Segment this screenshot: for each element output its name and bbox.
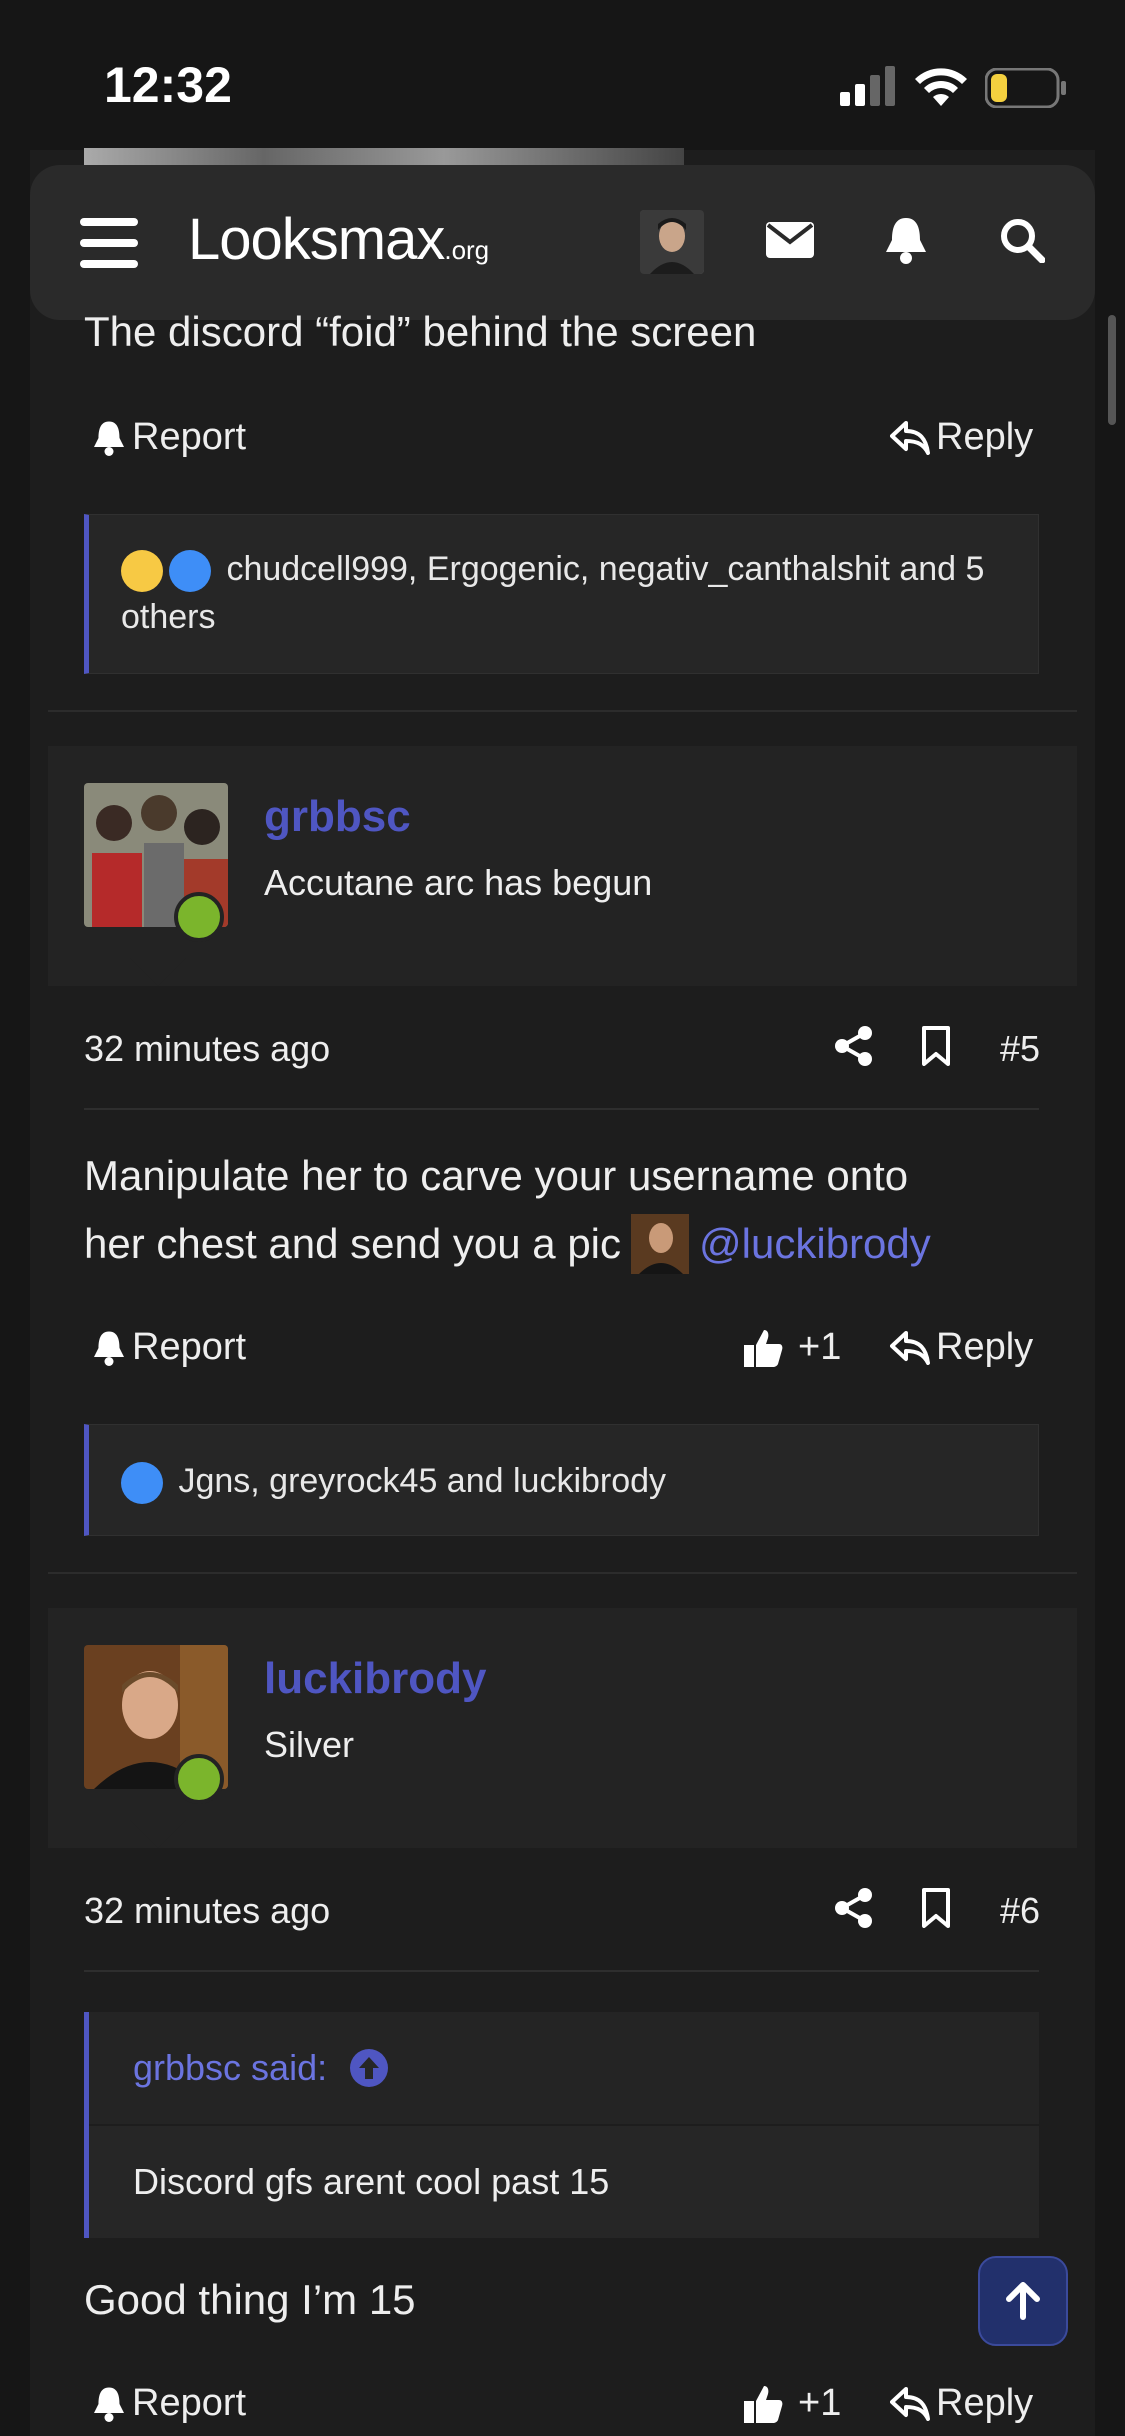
mail-icon[interactable] [758,208,822,272]
post-number[interactable]: #5 [1000,1028,1040,1070]
username-link[interactable]: grbbsc [264,792,411,842]
reactions-text: chudcell999, Ergogenic, negativ_canthals… [121,550,985,636]
post-body-text: The discord “foid” behind the screen [84,308,757,355]
post-divider [48,1572,1077,1574]
reply-button[interactable]: Reply [890,416,1033,459]
bell-icon [94,2387,124,2422]
like-count: +1 [798,1326,842,1368]
like-emoji-icon [121,1462,163,1505]
like-button[interactable]: +1 [742,1326,841,1369]
report-button[interactable]: Report [92,2382,246,2425]
logo-suffix: .org [444,235,490,265]
quote-header[interactable]: grbbsc said: [89,2012,1039,2126]
share-icon[interactable] [822,1876,886,1940]
post-time[interactable]: 32 minutes ago [84,1890,330,1932]
thumbs-up-icon [744,1329,783,1367]
user-block-arrow [130,958,186,986]
arrow-up-icon[interactable] [349,2048,389,2088]
report-label: Report [132,2382,247,2424]
post-time[interactable]: 32 minutes ago [84,1028,330,1070]
post-body-line-2: her chest and send you a pic @luckibrody [84,1214,931,1274]
account-avatar-image [640,210,704,274]
post-body-text: Good thing I’m 15 [84,2276,416,2323]
share-icon[interactable] [822,1014,886,1078]
reactions-text: Jgns, greyrock45 and luckibrody [178,1462,667,1500]
signal-icon [840,66,895,106]
inline-image [631,1214,690,1274]
account-avatar[interactable] [640,210,704,274]
reactions-bar[interactable]: Jgns, greyrock45 and luckibrody [84,1424,1039,1536]
user-title: Accutane arc has begun [264,862,653,903]
laughing-emoji-icon [121,550,163,593]
quote-block: grbbsc said: Discord gfs arent cool past… [84,2012,1039,2238]
search-icon[interactable] [990,208,1054,272]
bell-icon [94,421,124,456]
username-link[interactable]: luckibrody [264,1654,487,1704]
reply-button[interactable]: Reply [890,1326,1033,1369]
reply-label: Reply [936,416,1034,458]
menu-icon[interactable] [80,218,138,268]
meta-divider [84,1970,1039,1972]
mention-link[interactable]: @luckibrody [699,1220,931,1268]
reactions-bar[interactable]: chudcell999, Ergogenic, negativ_canthals… [84,514,1039,674]
like-emoji-icon [169,550,211,593]
reply-icon [890,420,930,455]
report-button[interactable]: Report [92,1326,246,1369]
online-indicator [174,1754,224,1804]
logo-main: Looksmax [188,207,445,272]
like-count: +1 [798,2382,842,2424]
bell-icon [94,1331,124,1366]
thumbs-up-icon [744,2385,783,2423]
like-button[interactable]: +1 [742,2382,841,2425]
battery-icon [985,68,1066,108]
quote-author[interactable]: grbbsc said: [133,2047,327,2089]
site-logo[interactable]: Looksmax.org [188,206,489,273]
bookmark-icon[interactable] [904,1014,968,1078]
report-label: Report [132,1326,247,1368]
reply-label: Reply [936,2382,1034,2424]
reply-label: Reply [936,1326,1034,1368]
report-button[interactable]: Report [92,416,246,459]
reply-button[interactable]: Reply [890,2382,1033,2425]
meta-divider [84,1108,1039,1110]
bookmark-icon[interactable] [904,1876,968,1940]
post-number[interactable]: #6 [1000,1890,1040,1932]
report-label: Report [132,416,247,458]
quote-body: Discord gfs arent cool past 15 [89,2126,1039,2238]
post-body-line-1: Manipulate her to carve your username on… [84,1152,909,1199]
arrow-up-icon [1006,2282,1040,2320]
reply-icon [890,1330,930,1365]
user-block-arrow [130,1820,186,1848]
post-body-text: her chest and send you a pic [84,1220,622,1267]
wifi-icon [915,68,967,106]
status-time: 12:32 [104,57,232,113]
scrollbar[interactable] [1108,315,1116,425]
scroll-to-top-button[interactable] [978,2256,1068,2346]
user-title: Silver [264,1724,355,1765]
online-indicator [174,892,224,942]
bell-icon[interactable] [874,208,938,272]
reply-icon [890,2386,930,2421]
post-divider [48,710,1077,712]
